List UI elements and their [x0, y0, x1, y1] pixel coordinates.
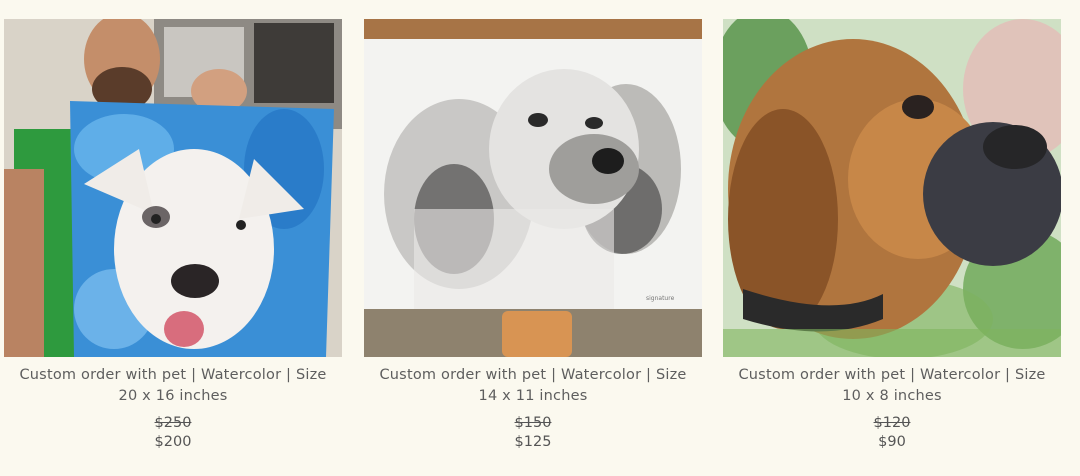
sale-price: $200 [154, 434, 192, 450]
product-title[interactable]: Custom order with pet | Watercolor | Siz… [4, 365, 342, 407]
product-title-line1: Custom order with pet | Watercolor | Siz… [19, 367, 327, 383]
product-title-line1: Custom order with pet | Watercolor | Siz… [379, 367, 687, 383]
product-title-line1: Custom order with pet | Watercolor | Siz… [738, 367, 1046, 383]
product-image-boxer[interactable] [723, 19, 1061, 357]
product-image-spaniel[interactable]: signature [364, 19, 702, 357]
spaniel-portrait-image: signature [364, 19, 702, 357]
original-price: $120 [873, 415, 911, 431]
product-title[interactable]: Custom order with pet | Watercolor | Siz… [364, 365, 702, 407]
pitbull-portrait-image [4, 19, 342, 357]
product-grid: Custom order with pet | Watercolor | Siz… [0, 0, 1080, 476]
svg-text:signature: signature [646, 295, 675, 302]
product-card[interactable]: Custom order with pet | Watercolor | Siz… [4, 19, 342, 452]
sale-price: $90 [878, 434, 906, 450]
original-price: $150 [514, 415, 552, 431]
boxer-portrait-image [723, 19, 1061, 357]
product-title-line2: 20 x 16 inches [118, 388, 228, 404]
product-card[interactable]: signature Custom order with pet | Waterc… [364, 19, 702, 452]
product-title-line2: 14 x 11 inches [478, 388, 588, 404]
product-card[interactable]: Custom order with pet | Watercolor | Siz… [723, 19, 1061, 452]
original-price: $250 [154, 415, 192, 431]
sale-price: $125 [514, 434, 552, 450]
product-title[interactable]: Custom order with pet | Watercolor | Siz… [723, 365, 1061, 407]
product-title-line2: 10 x 8 inches [842, 388, 942, 404]
product-image-pitbull[interactable] [4, 19, 342, 357]
